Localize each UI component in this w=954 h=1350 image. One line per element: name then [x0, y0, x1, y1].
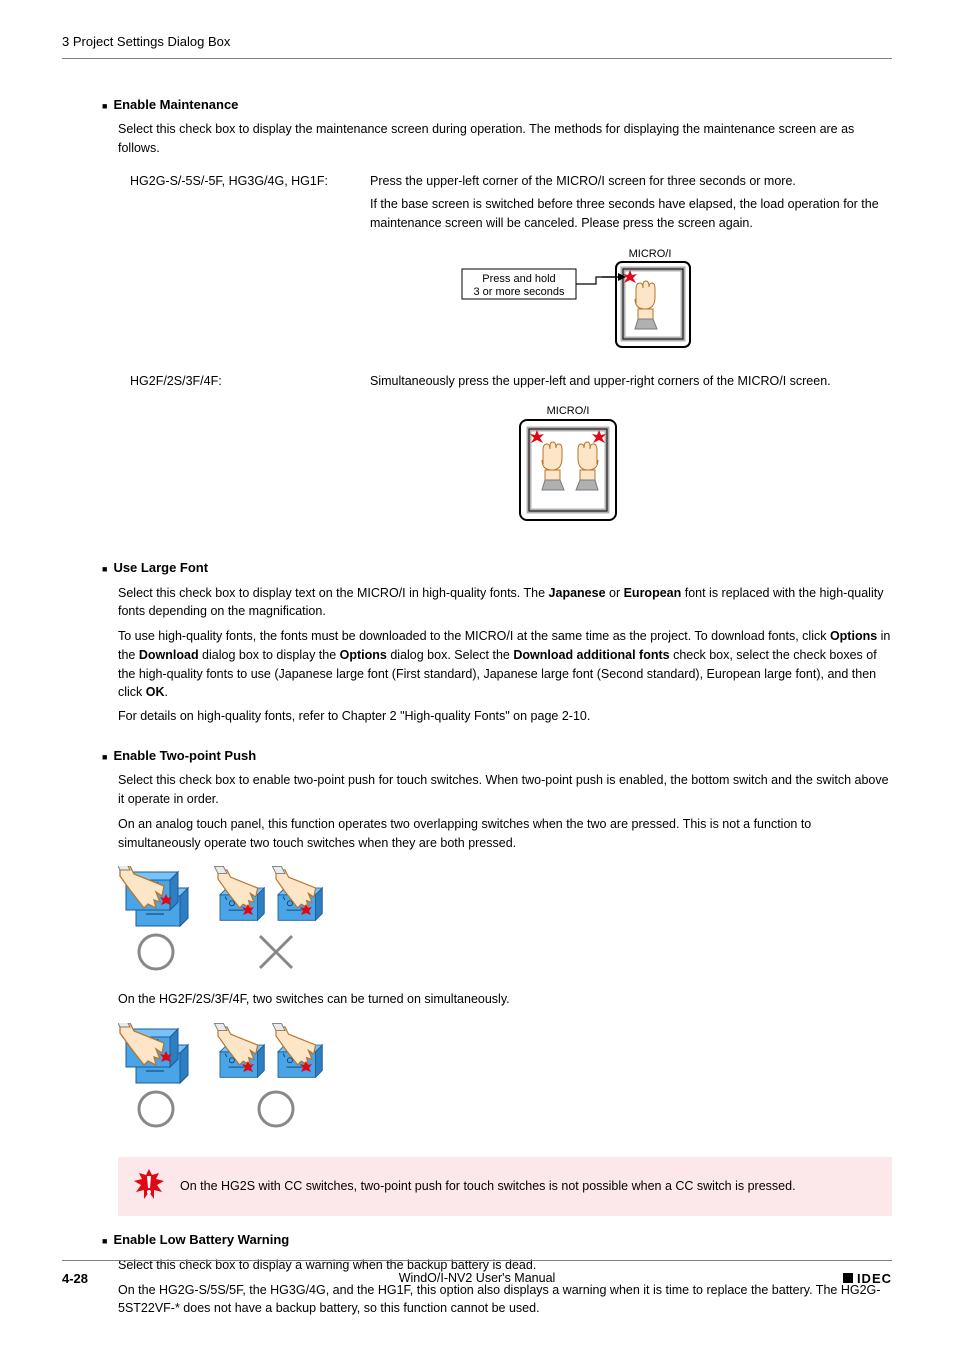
bullet-icon: ■: [102, 1234, 107, 1249]
bullet-icon: ■: [102, 562, 107, 577]
figure2-device-label: MICRO/I: [547, 405, 590, 417]
footer-center-text: WindO/I-NV2 User's Manual: [399, 1269, 556, 1288]
enable-two-point-p2: On an analog touch panel, this function …: [118, 815, 892, 853]
figure-micro-i-2: MICRO/I: [370, 404, 892, 530]
footer-rule: [62, 1260, 892, 1261]
enable-low-battery-title: Enable Low Battery Warning: [113, 1230, 289, 1250]
row2-p1: Simultaneously press the upper-left and …: [370, 372, 892, 391]
device-label-1: HG2G-S/-5S/-5F, HG3G/4G, HG1F:: [102, 172, 370, 366]
bullet-icon: ■: [102, 750, 107, 765]
enable-two-point-title: Enable Two-point Push: [113, 746, 256, 766]
use-large-font-p1: Select this check box to display text on…: [118, 584, 892, 622]
enable-two-point-p1: Select this check box to enable two-poin…: [118, 771, 892, 809]
use-large-font-p2: To use high-quality fonts, the fonts mus…: [118, 627, 892, 702]
bullet-icon: ■: [102, 99, 107, 114]
row1-p2: If the base screen is switched before th…: [370, 195, 892, 233]
use-large-font-p3: For details on high-quality fonts, refer…: [118, 707, 892, 726]
row1-p1: Press the upper-left corner of the MICRO…: [370, 172, 892, 191]
idec-logo: IDEC: [843, 1269, 892, 1289]
figure1-device-label: MICRO/I: [629, 248, 672, 260]
section-header: 3 Project Settings Dialog Box: [62, 32, 892, 52]
header-rule: [62, 58, 892, 59]
enable-maintenance-intro: Select this check box to display the mai…: [118, 120, 892, 158]
use-large-font-title: Use Large Font: [113, 558, 208, 578]
figure1-box-line1: Press and hold: [482, 273, 555, 285]
warning-text: On the HG2S with CC switches, two-point …: [180, 1177, 878, 1196]
figure1-box-line2: 3 or more seconds: [473, 286, 565, 298]
device-label-2: HG2F/2S/3F/4F:: [102, 372, 370, 539]
enable-maintenance-title: Enable Maintenance: [113, 95, 238, 115]
warning-icon: [132, 1167, 166, 1207]
two-point-illustration-2: [118, 1023, 892, 1139]
figure-micro-i-1: MICRO/I: [370, 247, 892, 358]
two-point-illustration-1: [118, 866, 892, 982]
warning-box: On the HG2S with CC switches, two-point …: [118, 1157, 892, 1217]
enable-two-point-p3: On the HG2F/2S/3F/4F, two switches can b…: [118, 990, 892, 1009]
page-number: 4-28: [62, 1269, 88, 1289]
